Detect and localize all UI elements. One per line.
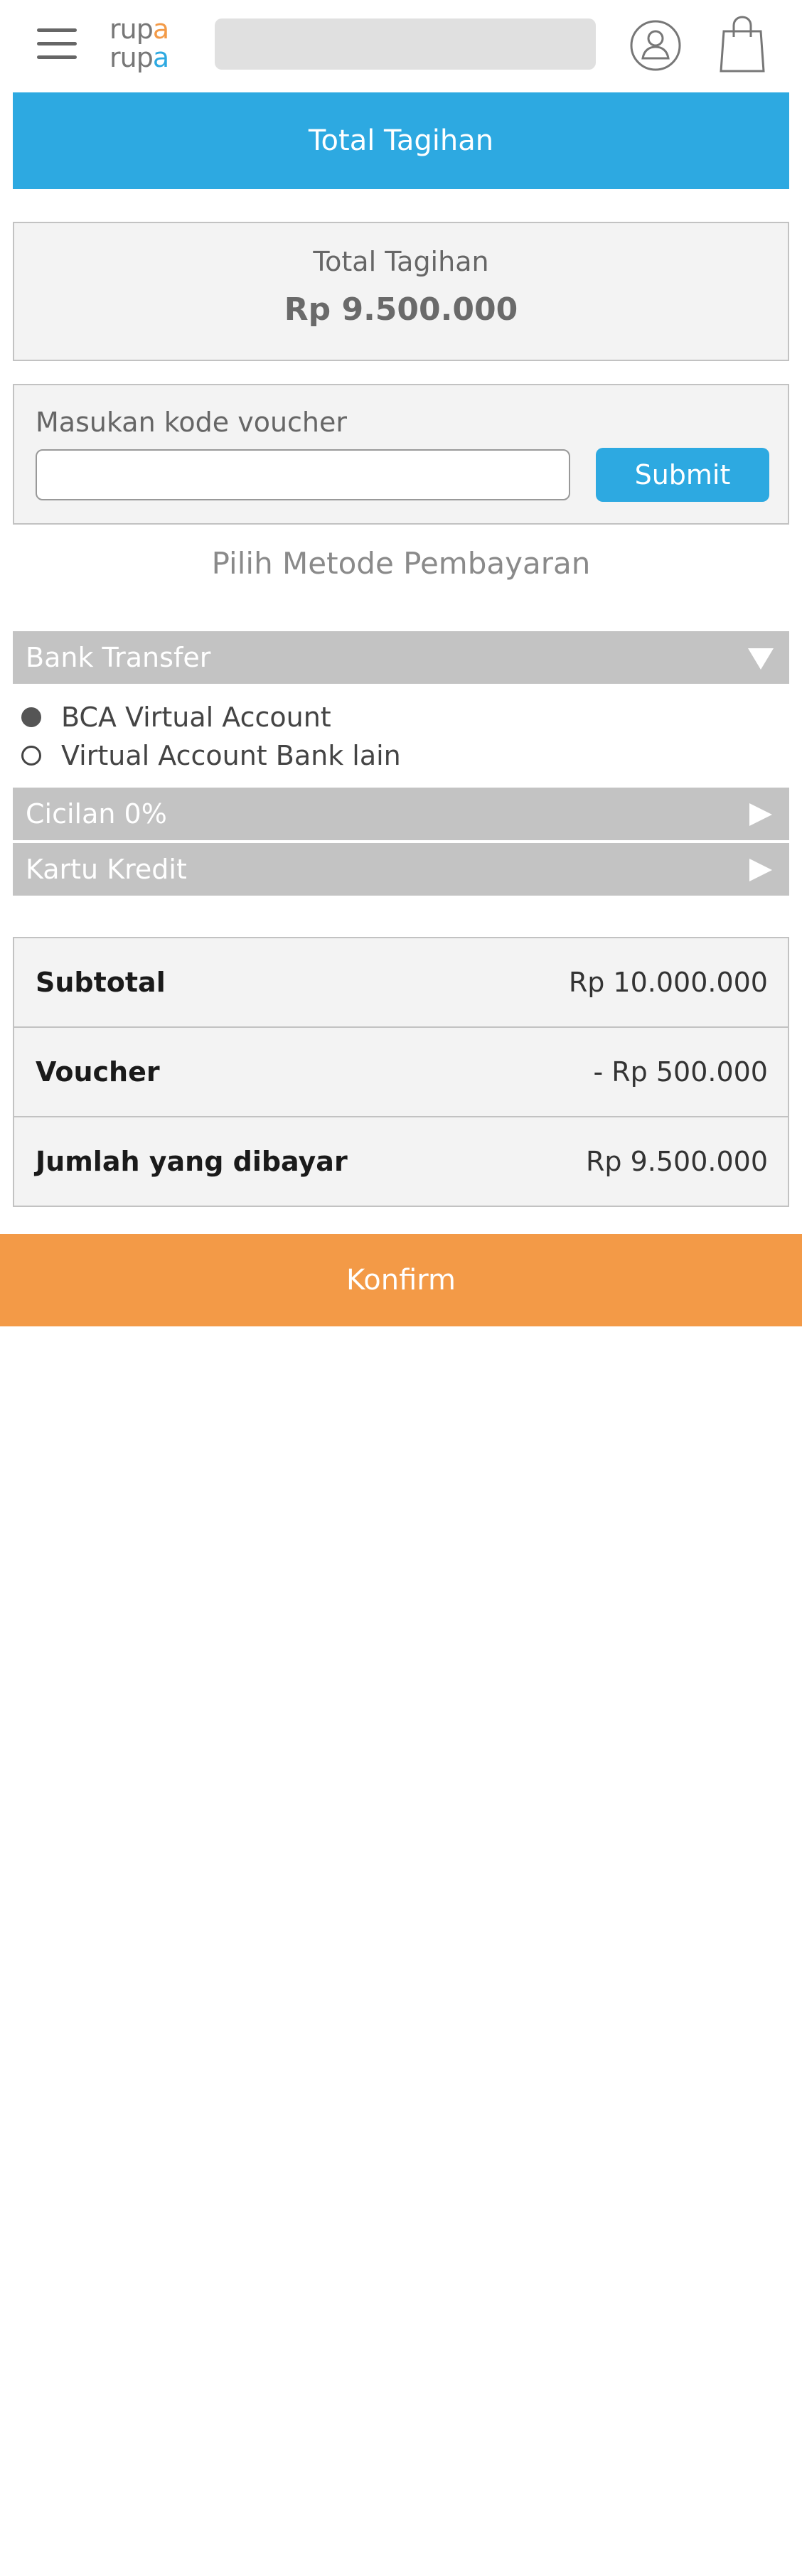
triangle-right-icon bbox=[749, 859, 772, 881]
shopping-bag-icon[interactable] bbox=[717, 16, 768, 74]
total-value: Rp 9.500.000 bbox=[284, 291, 518, 328]
summary-row-total: Jumlah yang dibayar Rp 9.500.000 bbox=[14, 1117, 788, 1206]
radio-unselected-icon bbox=[21, 746, 41, 766]
triangle-right-icon bbox=[749, 803, 772, 826]
total-label: Total Tagihan bbox=[313, 246, 489, 277]
radio-label: BCA Virtual Account bbox=[61, 702, 331, 733]
radio-label: Virtual Account Bank lain bbox=[61, 740, 401, 771]
search-input[interactable] bbox=[215, 18, 596, 70]
summary-label: Subtotal bbox=[36, 967, 166, 998]
accordion-label: Kartu Kredit bbox=[26, 854, 187, 885]
radio-selected-icon bbox=[21, 707, 41, 727]
user-icon[interactable] bbox=[629, 18, 683, 73]
accordion-bank-transfer[interactable]: Bank Transfer bbox=[13, 631, 789, 684]
page-title: Total Tagihan bbox=[308, 124, 494, 157]
radio-bca-virtual-account[interactable]: BCA Virtual Account bbox=[21, 699, 331, 735]
summary-label: Voucher bbox=[36, 1056, 160, 1088]
radio-virtual-account-bank-lain[interactable]: Virtual Account Bank lain bbox=[21, 738, 401, 773]
app-header: rupa rupa bbox=[0, 0, 802, 91]
voucher-label: Masukan kode voucher bbox=[36, 407, 348, 438]
accordion-cicilan[interactable]: Cicilan 0% bbox=[13, 788, 789, 840]
payment-method-title: Pilih Metode Pembayaran bbox=[211, 546, 591, 581]
summary-value: - Rp 500.000 bbox=[593, 1056, 768, 1088]
menu-icon[interactable] bbox=[37, 28, 77, 60]
rupa-rupa-logo[interactable]: rupa rupa bbox=[109, 16, 183, 75]
accordion-label: Bank Transfer bbox=[26, 642, 211, 673]
accordion-label: Cicilan 0% bbox=[26, 798, 167, 830]
voucher-box: Masukan kode voucher Submit bbox=[13, 384, 789, 525]
page-title-bar: Total Tagihan bbox=[13, 92, 789, 189]
summary-value: Rp 9.500.000 bbox=[586, 1146, 768, 1177]
summary-value: Rp 10.000.000 bbox=[568, 967, 768, 998]
summary-row-subtotal: Subtotal Rp 10.000.000 bbox=[14, 938, 788, 1028]
submit-voucher-button[interactable]: Submit bbox=[596, 448, 769, 502]
summary-label: Jumlah yang dibayar bbox=[36, 1146, 348, 1177]
triangle-down-icon bbox=[748, 648, 774, 670]
accordion-kartu-kredit[interactable]: Kartu Kredit bbox=[13, 843, 789, 896]
summary-row-voucher: Voucher - Rp 500.000 bbox=[14, 1028, 788, 1117]
voucher-code-input[interactable] bbox=[36, 449, 570, 500]
confirm-button[interactable]: Konfirm bbox=[0, 1234, 802, 1326]
total-summary-box: Total Tagihan Rp 9.500.000 bbox=[13, 222, 789, 361]
payment-summary-table: Subtotal Rp 10.000.000 Voucher - Rp 500.… bbox=[13, 937, 789, 1207]
